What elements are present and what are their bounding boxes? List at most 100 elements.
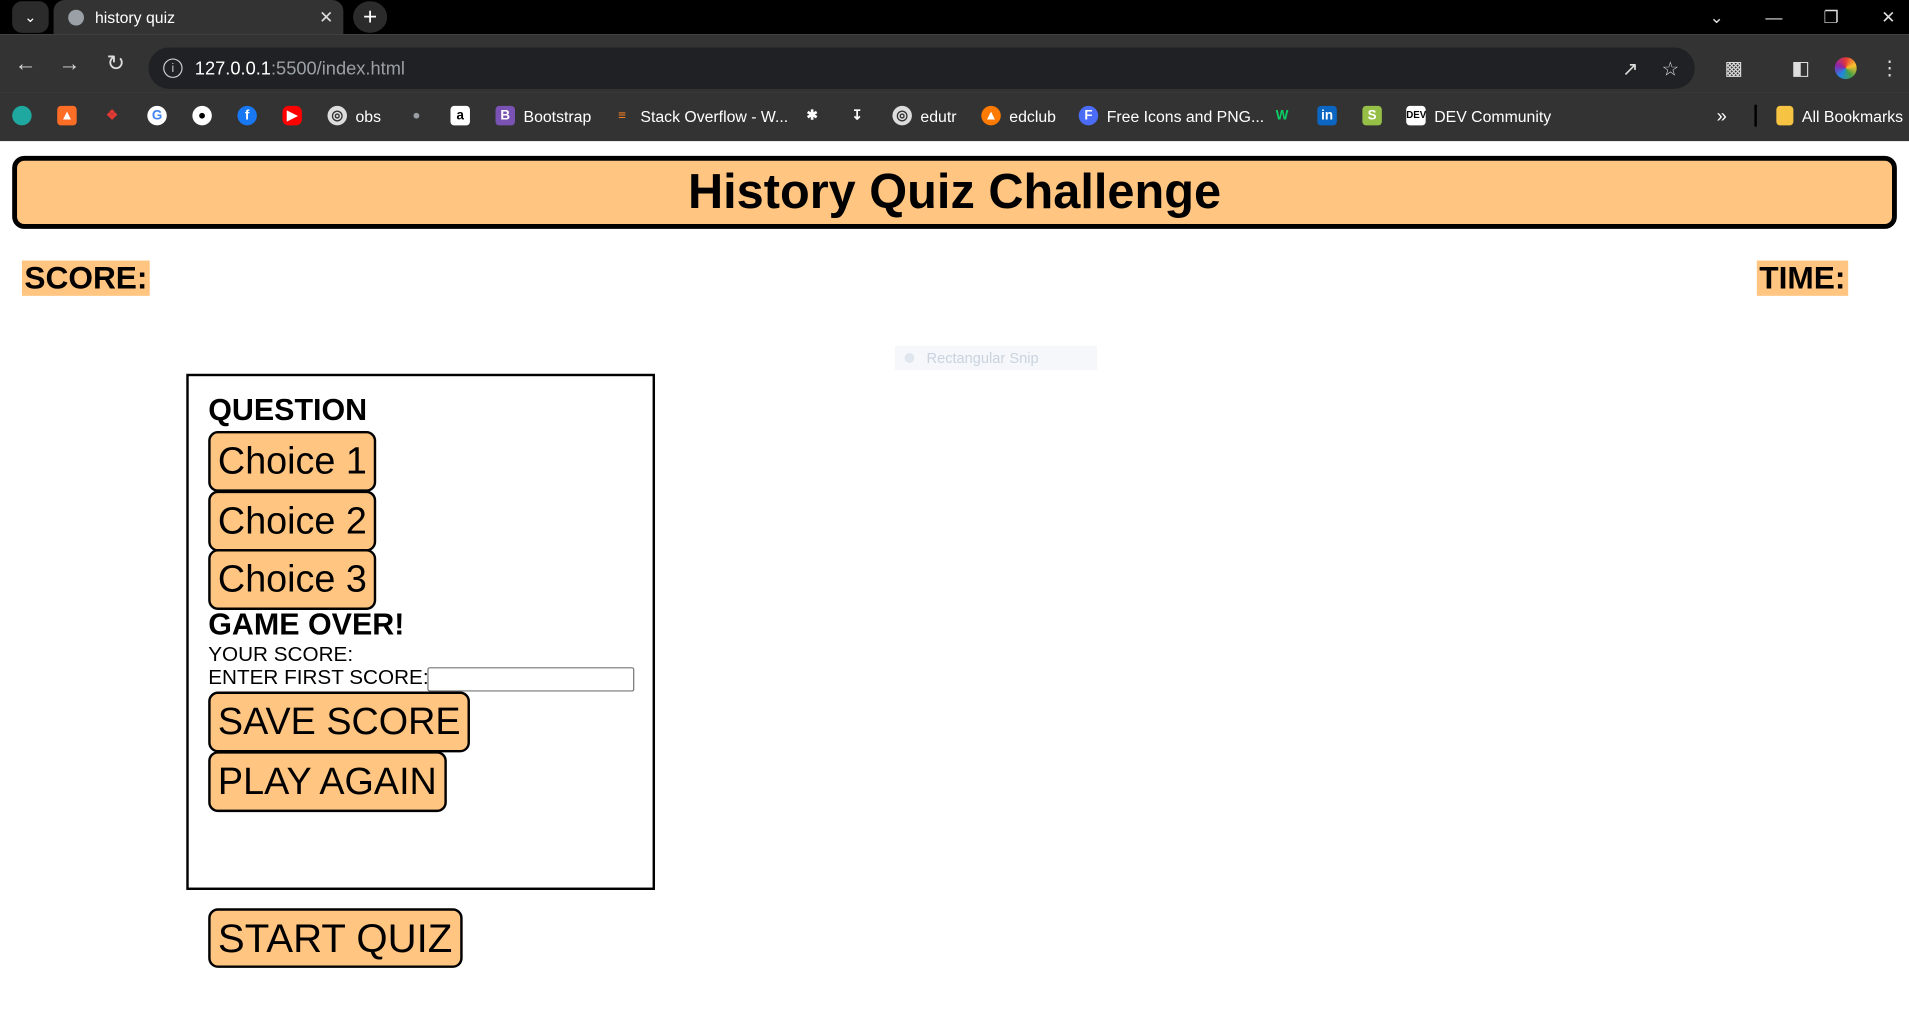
- bookmark-gitlab[interactable]: ▲: [57, 102, 77, 129]
- bookmark-apple[interactable]: ●: [406, 102, 427, 129]
- flaticon-icon: F: [1078, 105, 1099, 126]
- bookmark-bootstrap[interactable]: B Bootstrap: [495, 102, 592, 129]
- codepen-icon: ❖: [102, 105, 122, 126]
- globe-icon: ◎: [327, 105, 347, 126]
- bookmark-label: Bootstrap: [523, 106, 592, 125]
- profile-avatar-icon[interactable]: [1832, 55, 1859, 82]
- globe-icon: ◎: [892, 105, 912, 126]
- score-label: SCORE:: [21, 260, 150, 296]
- shopify-icon: S: [1362, 105, 1382, 126]
- dev-icon: DEV: [1406, 105, 1426, 126]
- bookmark-star-icon[interactable]: ☆: [1657, 56, 1684, 83]
- google-icon: G: [147, 105, 167, 126]
- apple-icon: ●: [406, 105, 427, 126]
- rectangular-snip-overlay: Rectangular Snip: [894, 345, 1097, 371]
- github-icon: ●: [192, 105, 212, 126]
- score-initials-input[interactable]: [427, 667, 635, 692]
- bookmark-label: edutr: [920, 106, 957, 125]
- choice-button-2[interactable]: Choice 2: [208, 490, 377, 552]
- start-quiz-button[interactable]: START QUIZ: [208, 908, 463, 968]
- bookmark-edge[interactable]: [12, 102, 32, 129]
- minimize-button[interactable]: —: [1747, 0, 1801, 34]
- new-tab-button[interactable]: +: [353, 1, 388, 33]
- time-label: TIME:: [1756, 260, 1848, 296]
- extensions-icon[interactable]: ▩: [1720, 55, 1747, 82]
- game-over-heading: GAME OVER!: [208, 607, 405, 642]
- edge-icon: [12, 105, 32, 126]
- bookmarks-bar: ▲ ❖ G ● f ▶ ◎ obs ● a B Bootstrap ≡ Stack O…: [0, 92, 1909, 142]
- question-text: QUESTION: [208, 393, 368, 428]
- chevron-down-icon: ⌄: [24, 8, 37, 26]
- folder-icon: [1776, 105, 1794, 126]
- tab-search-button[interactable]: ⌄: [12, 1, 49, 33]
- all-bookmarks-label: All Bookmarks: [1801, 106, 1904, 125]
- save-score-button[interactable]: SAVE SCORE: [208, 691, 471, 753]
- tab-strip: ⌄ history quiz ✕ + ⌄ — ❐ ✕: [0, 0, 1909, 35]
- wrike-icon: W: [1272, 105, 1292, 126]
- bookmark-extension[interactable]: ✱: [802, 102, 822, 129]
- download-icon: ↧: [847, 105, 867, 126]
- bookmark-google[interactable]: G: [147, 102, 167, 129]
- bookmark-facebook[interactable]: f: [237, 102, 257, 129]
- close-window-button[interactable]: ✕: [1862, 0, 1909, 34]
- bookmark-label: DEV Community: [1434, 106, 1552, 125]
- url-path: :5500/index.html: [270, 57, 405, 79]
- bookmark-linkedin[interactable]: in: [1317, 102, 1337, 129]
- back-arrow-icon[interactable]: ←: [9, 46, 43, 80]
- snip-label: Rectangular Snip: [926, 349, 1039, 367]
- reload-icon[interactable]: ↻: [99, 46, 133, 80]
- bookmark-codepen[interactable]: ❖: [102, 102, 122, 129]
- linkedin-icon: in: [1317, 105, 1337, 126]
- forward-arrow-icon[interactable]: →: [52, 46, 86, 80]
- url-host: 127.0.0.1: [194, 57, 271, 79]
- tab-list-chevron-icon[interactable]: ⌄: [1690, 0, 1744, 34]
- bookmark-dev[interactable]: DEV DEV Community: [1406, 102, 1551, 129]
- bootstrap-icon: B: [495, 105, 516, 126]
- address-bar[interactable]: i 127.0.0.1:5500/index.html: [148, 47, 1695, 89]
- bookmarks-divider: [1754, 104, 1757, 127]
- bookmark-download[interactable]: ↧: [847, 102, 867, 129]
- bookmark-shopify[interactable]: S: [1362, 102, 1382, 129]
- gitlab-icon: ▲: [57, 105, 77, 126]
- page-title: History Quiz Challenge: [687, 164, 1222, 219]
- toolbar: ← → ↻ i 127.0.0.1:5500/index.html ↗ ☆ ▩ …: [0, 34, 1909, 93]
- bookmark-stackoverflow[interactable]: ≡ Stack Overflow - W...: [612, 102, 788, 129]
- bookmark-youtube[interactable]: ▶: [282, 102, 302, 129]
- bookmark-label: Stack Overflow - W...: [640, 106, 789, 125]
- bookmark-edutr[interactable]: ◎ edutr: [892, 102, 957, 129]
- bookmark-flaticon[interactable]: F Free Icons and PNG...: [1078, 102, 1265, 129]
- play-again-button[interactable]: PLAY AGAIN: [208, 751, 447, 813]
- choice-button-1[interactable]: Choice 1: [208, 430, 377, 492]
- browser-tab[interactable]: history quiz ✕: [53, 0, 344, 35]
- bookmark-wrike[interactable]: W: [1272, 102, 1292, 129]
- bookmark-edclub[interactable]: ▲ edclub: [981, 102, 1056, 129]
- page-header: History Quiz Challenge: [12, 155, 1897, 229]
- close-tab-icon[interactable]: ✕: [314, 7, 338, 28]
- extension-icon: ✱: [802, 105, 822, 126]
- overflow-label: »: [1716, 105, 1727, 127]
- bookmark-label: obs: [355, 106, 382, 125]
- page-content: History Quiz Challenge SCORE: TIME: Rect…: [0, 141, 1909, 1023]
- your-score-label: YOUR SCORE:: [208, 642, 354, 666]
- all-bookmarks-button[interactable]: All Bookmarks: [1776, 102, 1903, 129]
- bookmarks-overflow-button[interactable]: »: [1717, 102, 1727, 129]
- youtube-icon: ▶: [282, 105, 302, 126]
- bookmark-amazon[interactable]: a: [450, 102, 470, 129]
- bookmark-label: edclub: [1009, 106, 1056, 125]
- share-icon[interactable]: ↗: [1617, 56, 1644, 83]
- stackoverflow-icon: ≡: [612, 105, 632, 126]
- bookmark-obs[interactable]: ◎ obs: [327, 102, 382, 129]
- site-info-icon[interactable]: i: [163, 58, 183, 78]
- restore-button[interactable]: ❐: [1804, 0, 1858, 34]
- side-panel-icon[interactable]: ◧: [1787, 55, 1814, 82]
- tab-title: history quiz: [94, 7, 176, 27]
- choice-button-3[interactable]: Choice 3: [208, 549, 377, 610]
- globe-icon: [68, 9, 85, 25]
- bookmark-label: Free Icons and PNG...: [1106, 106, 1265, 125]
- menu-kebab-icon[interactable]: ⋮: [1876, 55, 1903, 82]
- bookmark-github[interactable]: ●: [192, 102, 212, 129]
- amazon-icon: a: [450, 105, 470, 126]
- snip-icon: [904, 353, 915, 363]
- enter-score-label: ENTER FIRST SCORE:: [208, 665, 429, 690]
- facebook-icon: f: [237, 105, 257, 126]
